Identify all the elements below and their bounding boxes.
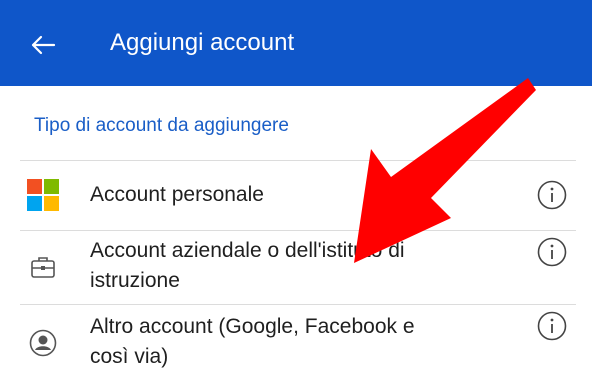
- microsoft-logo-icon: [26, 178, 60, 212]
- account-option-other[interactable]: Altro account (Google, Facebook e così v…: [20, 304, 576, 379]
- page-title: Aggiungi account: [110, 29, 295, 56]
- account-option-work-school[interactable]: Account aziendale o dell'istituto di ist…: [20, 230, 576, 304]
- briefcase-icon: [26, 250, 60, 284]
- app-bar: Aggiungi account: [0, 0, 592, 86]
- account-option-label: Altro account (Google, Facebook e così v…: [90, 315, 415, 368]
- add-account-screen: Aggiungi account Tipo di account da aggi…: [0, 0, 592, 379]
- info-button[interactable]: [536, 310, 568, 342]
- info-button[interactable]: [536, 179, 568, 211]
- back-button[interactable]: [18, 20, 68, 70]
- account-option-label: Account personale: [90, 183, 264, 206]
- person-icon: [26, 326, 60, 360]
- info-icon: [537, 180, 567, 210]
- account-option-label: Account aziendale o dell'istituto di ist…: [90, 239, 405, 292]
- info-button[interactable]: [536, 236, 568, 268]
- section-header: Tipo di account da aggiungere: [34, 115, 289, 136]
- account-option-personal[interactable]: Account personale: [20, 160, 576, 230]
- info-icon: [537, 237, 567, 267]
- arrow-left-icon: [31, 35, 56, 55]
- info-icon: [537, 311, 567, 341]
